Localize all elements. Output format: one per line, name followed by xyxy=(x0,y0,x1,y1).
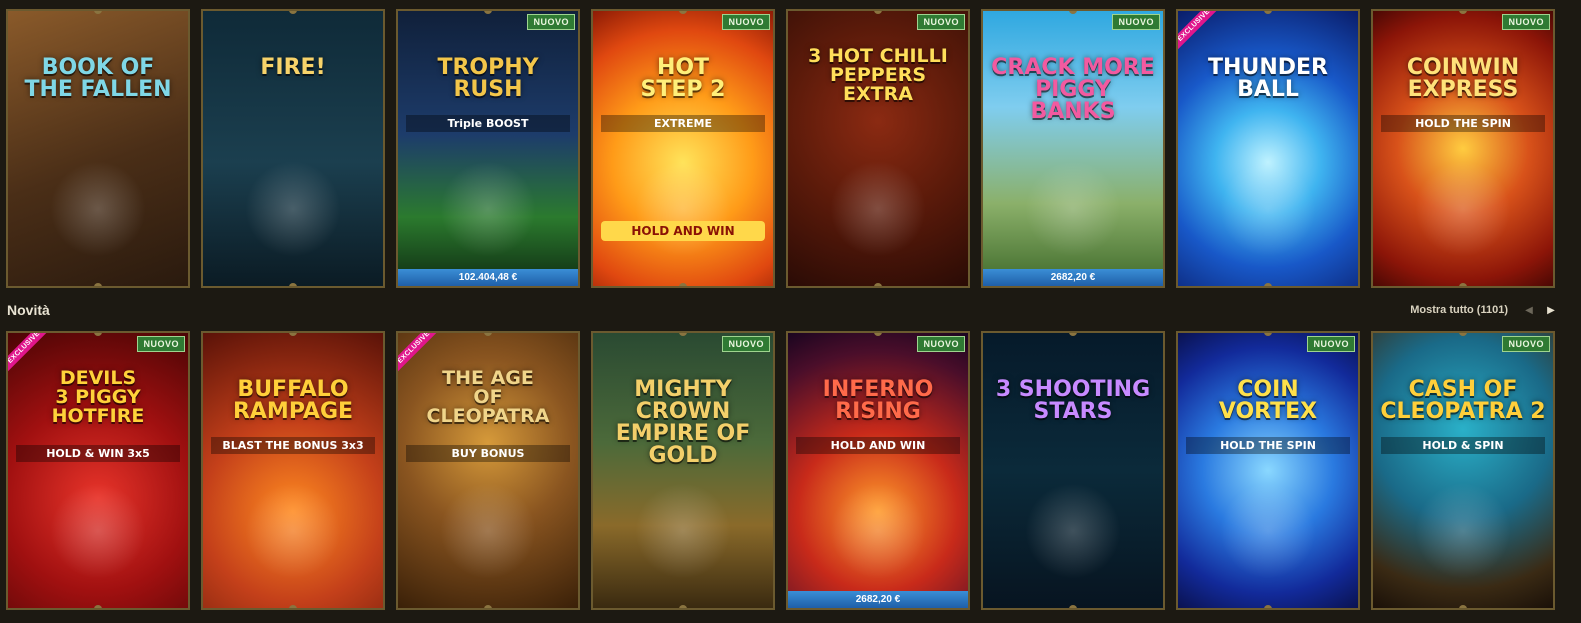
jackpot-amount: 2682,20 € xyxy=(983,269,1163,286)
game-subtitle: HOLD THE SPIN xyxy=(1186,437,1350,454)
game-subtitle: EXTREME xyxy=(601,115,765,132)
game-tile[interactable]: COINWIN EXPRESS HOLD THE SPIN NUOVO xyxy=(1371,9,1555,288)
artwork-glow xyxy=(1415,483,1511,579)
artwork-glow xyxy=(50,161,146,257)
artwork-glow xyxy=(1220,483,1316,579)
game-tile[interactable]: INFERNO RISING HOLD AND WIN NUOVO 2682,20 € xyxy=(786,331,970,610)
artwork-glow xyxy=(245,161,341,257)
new-badge: NUOVO xyxy=(1502,336,1550,352)
new-badge: NUOVO xyxy=(1502,14,1550,30)
game-tile[interactable]: CASH OF CLEOPATRA 2 HOLD & SPIN NUOVO xyxy=(1371,331,1555,610)
game-title: TROPHY RUSH xyxy=(437,55,539,102)
artwork-glow xyxy=(1415,161,1511,257)
new-badge: NUOVO xyxy=(722,336,770,352)
new-badge: NUOVO xyxy=(917,14,965,30)
artwork-glow xyxy=(50,483,146,579)
game-title: MIGHTY CROWN EMPIRE OF GOLD xyxy=(615,377,751,468)
game-subtitle: HOLD & WIN 3x5 xyxy=(16,445,180,462)
game-title: 3 SHOOTING STARS xyxy=(995,377,1151,424)
game-row-novita: DEVILS 3 PIGGY HOTFIRE HOLD & WIN 3x5 NUOV… xyxy=(6,331,1555,610)
new-badge: NUOVO xyxy=(917,336,965,352)
artwork-glow xyxy=(635,161,731,257)
artwork-glow xyxy=(245,483,341,579)
game-title: THUNDER BALL xyxy=(1208,55,1328,102)
game-tile[interactable]: THE AGE OF CLEOPATRA BUY BONUS EXCLUSIVE xyxy=(396,331,580,610)
game-subtitle: HOLD & SPIN xyxy=(1381,437,1545,454)
game-tile[interactable]: CRACK MORE PIGGY BANKS NUOVO 2682,20 € xyxy=(981,9,1165,288)
jackpot-amount: 2682,20 € xyxy=(788,591,968,608)
game-title: 3 HOT CHILLI PEPPERS EXTRA xyxy=(808,45,948,105)
game-title: CASH OF CLEOPATRA 2 xyxy=(1380,377,1546,424)
new-badge: NUOVO xyxy=(527,14,575,30)
game-subtitle: BLAST THE BONUS 3x3 xyxy=(211,437,375,454)
game-tile[interactable]: 3 SHOOTING STARS xyxy=(981,331,1165,610)
new-badge: NUOVO xyxy=(722,14,770,30)
artwork-glow xyxy=(830,483,926,579)
game-feature-label: HOLD AND WIN xyxy=(601,221,765,241)
game-tile[interactable]: MIGHTY CROWN EMPIRE OF GOLD NUOVO xyxy=(591,331,775,610)
new-badge: NUOVO xyxy=(1112,14,1160,30)
section-title: Novità xyxy=(7,302,50,318)
game-subtitle: Triple BOOST xyxy=(406,115,570,132)
jackpot-amount: 102.404,48 € xyxy=(398,269,578,286)
artwork-glow xyxy=(440,483,536,579)
game-tile[interactable]: THUNDER BALL EXCLUSIVE xyxy=(1176,9,1360,288)
game-subtitle: BUY BONUS xyxy=(406,445,570,462)
artwork-glow xyxy=(1220,161,1316,257)
artwork-glow xyxy=(1025,483,1121,579)
game-tile[interactable]: BOOK OF THE FALLEN xyxy=(6,9,190,288)
show-all-link[interactable]: Mostra tutto (1101) xyxy=(1410,304,1508,316)
game-tile[interactable]: FIRE! xyxy=(201,9,385,288)
game-title: COIN VORTEX xyxy=(1218,377,1318,424)
artwork-glow xyxy=(1025,161,1121,257)
new-badge: NUOVO xyxy=(1307,336,1355,352)
next-arrow-icon[interactable]: ▶ xyxy=(1543,302,1559,318)
game-subtitle: HOLD AND WIN xyxy=(796,437,960,454)
game-row-top: BOOK OF THE FALLEN FIRE! TROPHY RUSH Triple… xyxy=(6,9,1555,288)
game-tile[interactable]: BUFFALO RAMPAGE BLAST THE BONUS 3x3 xyxy=(201,331,385,610)
new-badge: NUOVO xyxy=(137,336,185,352)
prev-arrow-icon[interactable]: ◀ xyxy=(1521,302,1537,318)
artwork-glow xyxy=(830,161,926,257)
game-title: INFERNO RISING xyxy=(822,377,934,424)
game-title: DEVILS 3 PIGGY HOTFIRE xyxy=(51,367,145,427)
game-title: BOOK OF THE FALLEN xyxy=(24,55,172,102)
game-title: THE AGE OF CLEOPATRA xyxy=(426,367,550,427)
artwork-glow xyxy=(635,483,731,579)
game-tile[interactable]: DEVILS 3 PIGGY HOTFIRE HOLD & WIN 3x5 NUOV… xyxy=(6,331,190,610)
game-tile[interactable]: HOT STEP 2 EXTREME HOLD AND WIN NUOVO xyxy=(591,9,775,288)
game-subtitle: HOLD THE SPIN xyxy=(1381,115,1545,132)
game-title: HOT STEP 2 xyxy=(640,55,726,102)
artwork-glow xyxy=(440,161,536,257)
game-title: FIRE! xyxy=(260,55,326,80)
game-tile[interactable]: COIN VORTEX HOLD THE SPIN NUOVO xyxy=(1176,331,1360,610)
game-title: CRACK MORE PIGGY BANKS xyxy=(991,55,1155,124)
game-tile[interactable]: 3 HOT CHILLI PEPPERS EXTRA NUOVO xyxy=(786,9,970,288)
game-tile[interactable]: TROPHY RUSH Triple BOOST NUOVO 102.404,48 € xyxy=(396,9,580,288)
game-title: BUFFALO RAMPAGE xyxy=(232,377,354,424)
game-title: COINWIN EXPRESS xyxy=(1406,55,1520,102)
